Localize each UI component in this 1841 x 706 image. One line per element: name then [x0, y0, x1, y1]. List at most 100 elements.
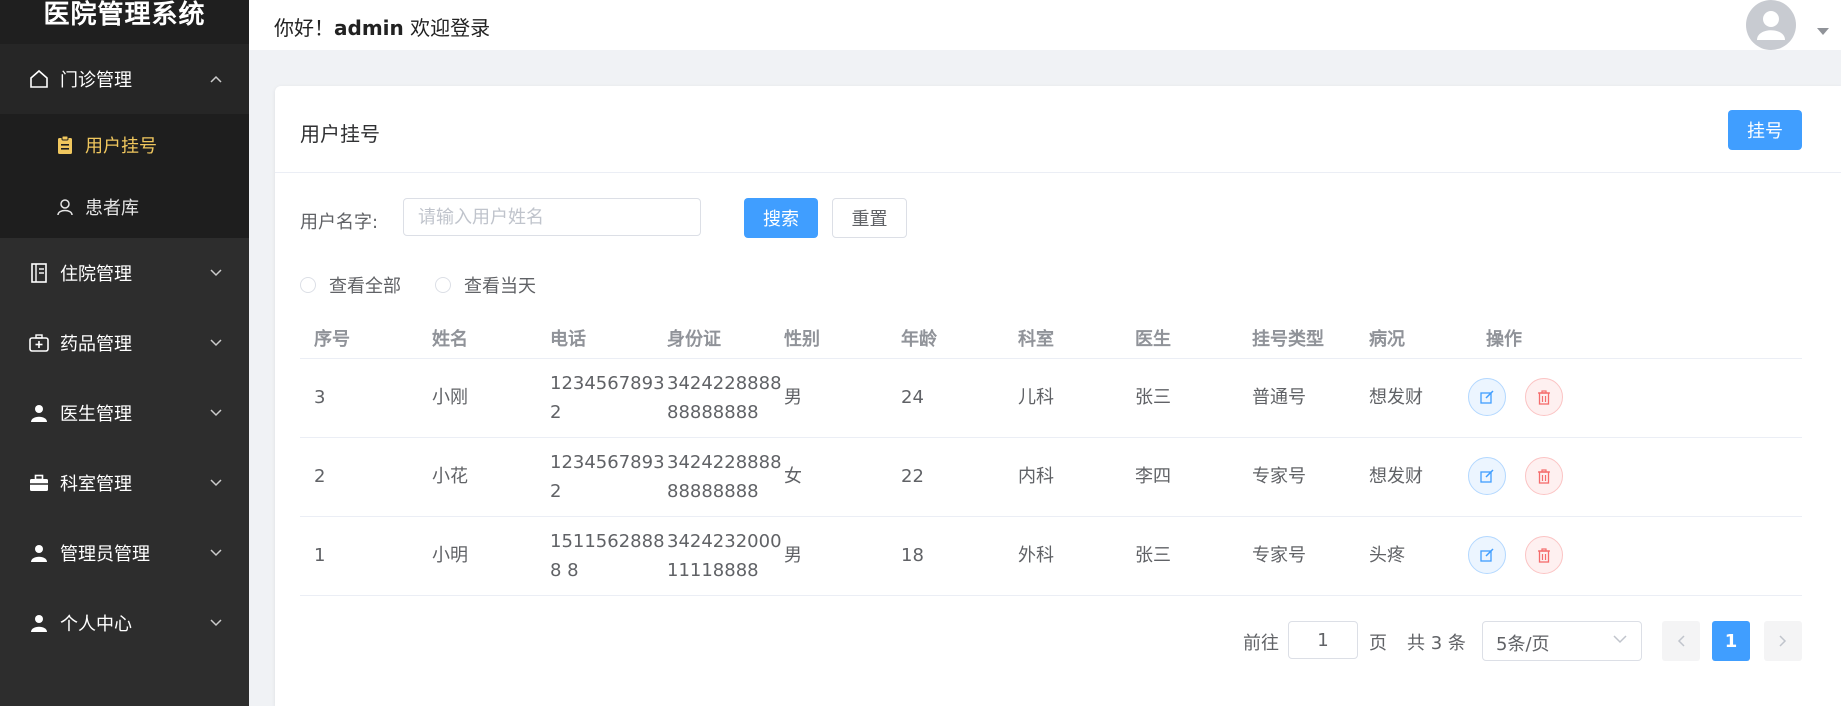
- table-header: 序号 姓名 电话 身份证 性别 年龄 科室 医生 挂号类型 病况 操作: [300, 311, 1802, 359]
- page-size-select[interactable]: 5条/页: [1482, 621, 1642, 661]
- clipboard-icon: [56, 135, 74, 155]
- cell-age: 18: [901, 545, 924, 566]
- menu-label: 科室管理: [60, 474, 132, 495]
- chevron-down-icon: [209, 616, 223, 630]
- column-header: 病况: [1369, 329, 1405, 350]
- goto-page-input[interactable]: [1288, 621, 1358, 659]
- menu-department[interactable]: 科室管理: [0, 448, 249, 518]
- document-icon: [28, 262, 50, 284]
- column-header: 操作: [1486, 329, 1522, 350]
- cell-condition: 头疼: [1369, 545, 1405, 566]
- menu-label: 门诊管理: [60, 70, 132, 91]
- radio-circle[interactable]: [300, 277, 316, 293]
- trash-icon: [1538, 389, 1550, 405]
- radio-circle[interactable]: [435, 277, 451, 293]
- menu-label: 药品管理: [60, 334, 132, 355]
- edit-icon: [1480, 548, 1494, 562]
- radio-label: 查看当天: [464, 276, 536, 297]
- cell-type: 专家号: [1252, 466, 1306, 487]
- radio-label: 查看全部: [329, 276, 401, 297]
- column-header: 序号: [314, 329, 350, 350]
- chevron-down-icon: [209, 336, 223, 350]
- submenu-label: 患者库: [85, 198, 139, 219]
- submenu-item-patients[interactable]: 患者库: [0, 176, 249, 238]
- next-page-button[interactable]: [1764, 621, 1802, 661]
- cell-type: 专家号: [1252, 545, 1306, 566]
- delete-button[interactable]: [1525, 457, 1563, 495]
- column-header: 医生: [1135, 329, 1171, 350]
- radio-view-all[interactable]: 查看全部: [300, 272, 401, 298]
- reset-button[interactable]: 重置: [832, 198, 907, 238]
- cell-gender: 男: [784, 545, 802, 566]
- register-button[interactable]: 挂号: [1728, 110, 1802, 150]
- cell-id: 2: [314, 466, 326, 487]
- cell-phone: 12345678932: [550, 452, 665, 502]
- cell-dept: 内科: [1018, 466, 1054, 487]
- cell-name: 小明: [432, 545, 468, 566]
- card-header: 用户挂号 挂号: [275, 86, 1841, 173]
- delete-button[interactable]: [1525, 536, 1563, 574]
- cell-age: 22: [901, 466, 924, 487]
- card-title: 用户挂号: [300, 122, 380, 146]
- chevron-down-icon: [1613, 635, 1627, 644]
- chevron-up-icon: [209, 72, 223, 86]
- radio-view-today[interactable]: 查看当天: [435, 272, 536, 298]
- menu-doctor[interactable]: 医生管理: [0, 378, 249, 448]
- menu-inpatient[interactable]: 住院管理: [0, 238, 249, 308]
- cell-age: 24: [901, 387, 924, 408]
- page-unit-label: 页: [1369, 633, 1387, 654]
- cell-condition: 想发财: [1369, 466, 1423, 487]
- cell-condition: 想发财: [1369, 387, 1423, 408]
- greeting-suffix: 欢迎登录: [403, 16, 491, 40]
- submenu-outpatient: 用户挂号 患者库: [0, 114, 249, 238]
- delete-button[interactable]: [1525, 378, 1563, 416]
- avatar-user-icon: [1757, 11, 1785, 40]
- search-label: 用户名字:: [300, 212, 379, 233]
- user-icon: [28, 612, 50, 634]
- edit-icon: [1480, 390, 1494, 404]
- chevron-down-icon: [209, 266, 223, 280]
- cell-phone: 15115628888 8: [550, 531, 665, 581]
- chevron-down-icon: [209, 546, 223, 560]
- greeting-prefix: 你好！: [274, 16, 334, 40]
- search-input[interactable]: [403, 198, 701, 236]
- table-row: 1 小明 15115628888 8 342423200011118888 男 …: [300, 517, 1802, 596]
- table-row: 2 小花 12345678932 342422888888888888 女 22…: [300, 438, 1802, 517]
- page-size-value: 5条/页: [1496, 634, 1550, 655]
- username: admin: [334, 16, 404, 40]
- table-row: 3 小刚 12345678932 342422888888888888 男 24…: [300, 359, 1802, 438]
- sidebar: 医院管理系统 门诊管理 用户挂号 患者库 住院管理 药品管理 医生管理 科室管理…: [0, 0, 249, 706]
- app-title: 医院管理系统: [0, 0, 249, 44]
- column-header: 姓名: [432, 329, 468, 350]
- page-number-current[interactable]: 1: [1712, 621, 1750, 661]
- edit-icon: [1480, 469, 1494, 483]
- cell-doctor: 李四: [1135, 466, 1171, 487]
- menu-medicine[interactable]: 药品管理: [0, 308, 249, 378]
- cell-phone: 12345678932: [550, 373, 665, 423]
- edit-button[interactable]: [1468, 457, 1506, 495]
- column-header: 身份证: [667, 329, 721, 350]
- top-header: 你好！admin 欢迎登录: [249, 0, 1841, 50]
- menu-profile[interactable]: 个人中心: [0, 588, 249, 658]
- prev-page-button[interactable]: [1662, 621, 1700, 661]
- cell-doctor: 张三: [1135, 387, 1171, 408]
- chevron-down-icon: [209, 406, 223, 420]
- cell-gender: 女: [784, 466, 802, 487]
- registration-table: 序号 姓名 电话 身份证 性别 年龄 科室 医生 挂号类型 病况 操作 3 小刚…: [300, 311, 1802, 596]
- medkit-icon: [28, 332, 50, 354]
- caret-down-icon[interactable]: [1817, 20, 1829, 41]
- cell-name: 小花: [432, 466, 468, 487]
- cell-id-card: 342423200011118888: [667, 531, 782, 581]
- avatar[interactable]: [1746, 0, 1796, 50]
- menu-label: 个人中心: [60, 614, 132, 635]
- search-button[interactable]: 搜索: [744, 198, 818, 238]
- trash-icon: [1538, 547, 1550, 563]
- submenu-item-registration[interactable]: 用户挂号: [0, 114, 249, 176]
- menu-label: 管理员管理: [60, 544, 150, 565]
- menu-admin[interactable]: 管理员管理: [0, 518, 249, 588]
- edit-button[interactable]: [1468, 536, 1506, 574]
- edit-button[interactable]: [1468, 378, 1506, 416]
- column-header: 性别: [784, 329, 820, 350]
- cell-id: 3: [314, 387, 326, 408]
- menu-outpatient[interactable]: 门诊管理: [0, 44, 249, 114]
